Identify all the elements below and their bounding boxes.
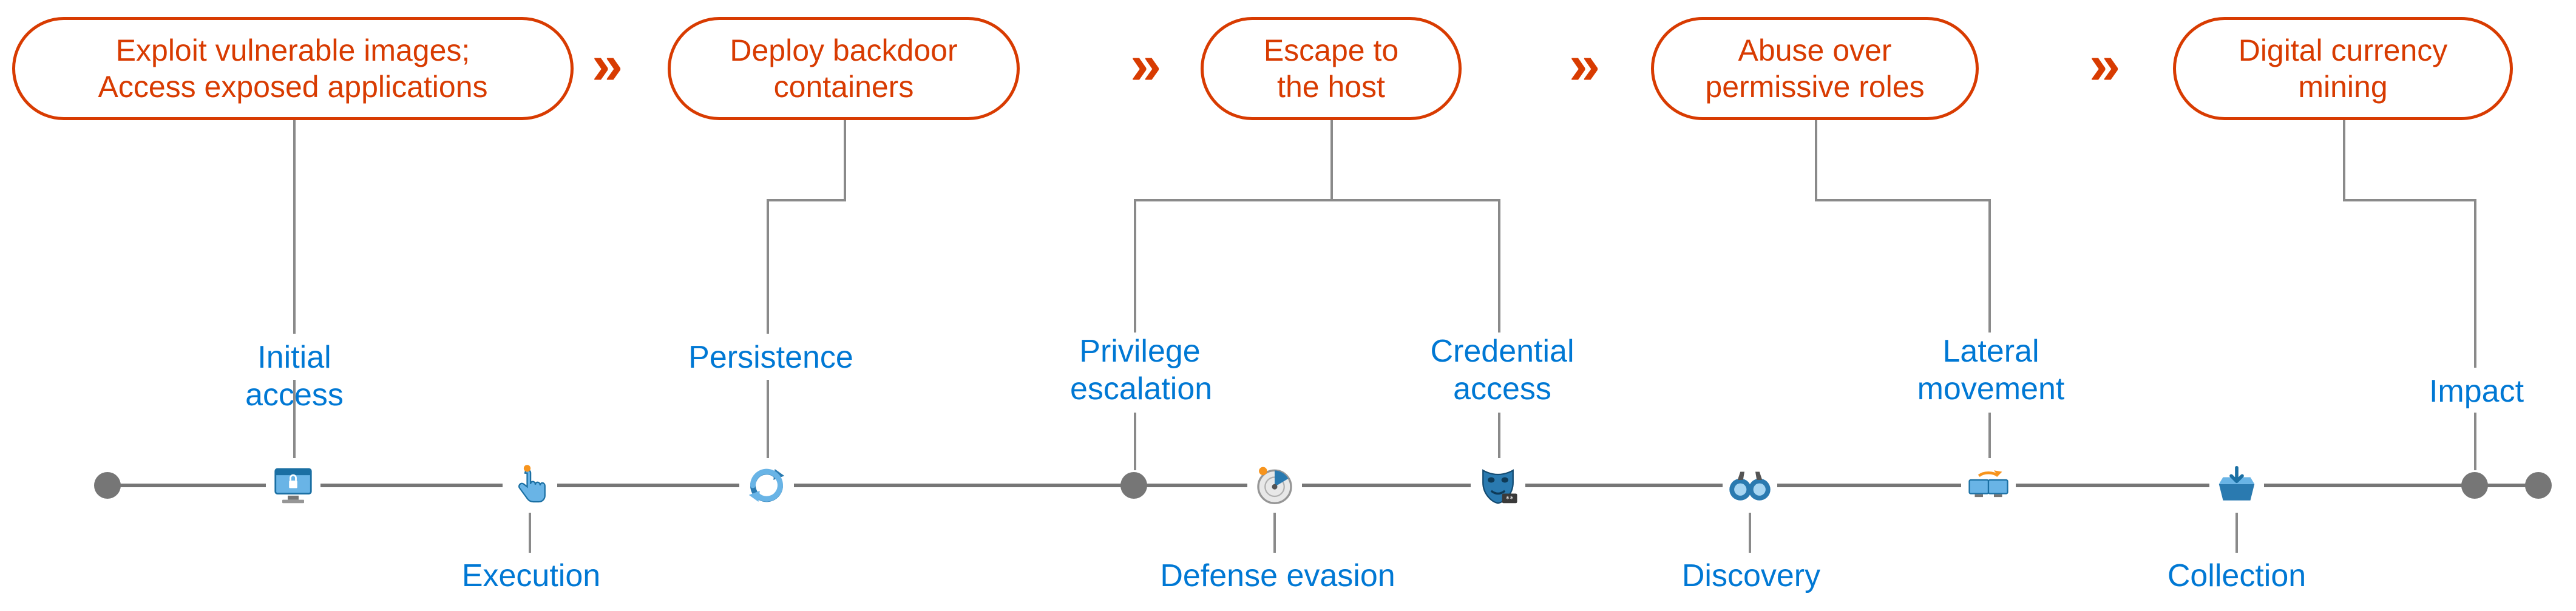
- connector: [2474, 413, 2476, 470]
- connector: [2343, 120, 2345, 199]
- connector: [293, 120, 296, 334]
- timeline-dot-icon: [2461, 472, 2488, 499]
- connector: [2474, 199, 2476, 368]
- connector: [767, 380, 769, 459]
- screens-transfer-icon: [1961, 458, 2016, 513]
- pill-abuse-roles: Abuse overpermissive roles: [1651, 17, 1979, 120]
- tactic-priv-escalation: Privilegeescalation: [1070, 333, 1210, 408]
- timeline: [106, 484, 2539, 487]
- chevron-icon: »: [2089, 33, 2109, 97]
- connector: [767, 199, 769, 334]
- connector: [767, 199, 846, 201]
- tactic-collection: Collection: [2164, 557, 2310, 595]
- pill-escape-host: Escape tothe host: [1201, 17, 1462, 120]
- connector: [1273, 513, 1276, 553]
- radar-icon: [1247, 458, 1302, 513]
- pill-text: Digital currencymining: [2239, 32, 2448, 105]
- pill-crypto-mining: Digital currencymining: [2173, 17, 2513, 120]
- pill-text: Deploy backdoorcontainers: [730, 32, 957, 105]
- connector: [1988, 199, 1991, 333]
- connector: [1498, 199, 1500, 333]
- chevron-icon: »: [1130, 33, 1150, 97]
- tactic-execution: Execution: [461, 557, 601, 595]
- touch-icon: [503, 458, 557, 513]
- tactic-impact: Impact: [2425, 373, 2528, 410]
- connector: [1134, 199, 1333, 201]
- pill-exploit-vulnerable: Exploit vulnerable images;Access exposed…: [12, 17, 574, 120]
- connector: [1815, 199, 1991, 201]
- svg-text:**: **: [1505, 495, 1514, 503]
- tactic-discovery: Discovery: [1678, 557, 1824, 595]
- connector: [293, 380, 296, 459]
- pill-deploy-backdoor: Deploy backdoorcontainers: [668, 17, 1020, 120]
- pill-text: Escape tothe host: [1264, 32, 1398, 105]
- binoculars-icon: [1723, 458, 1777, 513]
- connector: [2235, 513, 2238, 553]
- timeline-dot-icon: [2525, 472, 2552, 499]
- chevron-icon: »: [592, 33, 612, 97]
- refresh-arrows-icon: [739, 458, 794, 513]
- connector: [1815, 120, 1817, 199]
- tactic-defense-evasion: Defense evasion: [1156, 557, 1399, 595]
- connector: [1749, 513, 1751, 553]
- timeline-dot-icon: [94, 472, 121, 499]
- pill-text: Exploit vulnerable images;Access exposed…: [98, 32, 487, 105]
- monitor-lock-icon: [266, 458, 320, 513]
- tactic-credential-access: Credentialaccess: [1423, 333, 1581, 408]
- attack-chain-diagram: Exploit vulnerable images;Access exposed…: [0, 0, 2576, 611]
- connector: [529, 513, 531, 553]
- mask-icon: **: [1471, 458, 1525, 513]
- timeline-dot-icon: [1120, 472, 1147, 499]
- connector: [1330, 199, 1500, 201]
- tactic-persistence: Persistence: [686, 339, 856, 376]
- connector: [1330, 120, 1333, 199]
- tactic-lateral-movement: Lateralmovement: [1906, 333, 2076, 408]
- connector: [844, 120, 846, 199]
- connector: [1134, 199, 1136, 333]
- download-box-icon: [2209, 458, 2264, 513]
- chevron-icon: »: [1569, 33, 1589, 97]
- connector: [1134, 413, 1136, 470]
- connector: [2343, 199, 2476, 201]
- pill-text: Abuse overpermissive roles: [1705, 32, 1924, 105]
